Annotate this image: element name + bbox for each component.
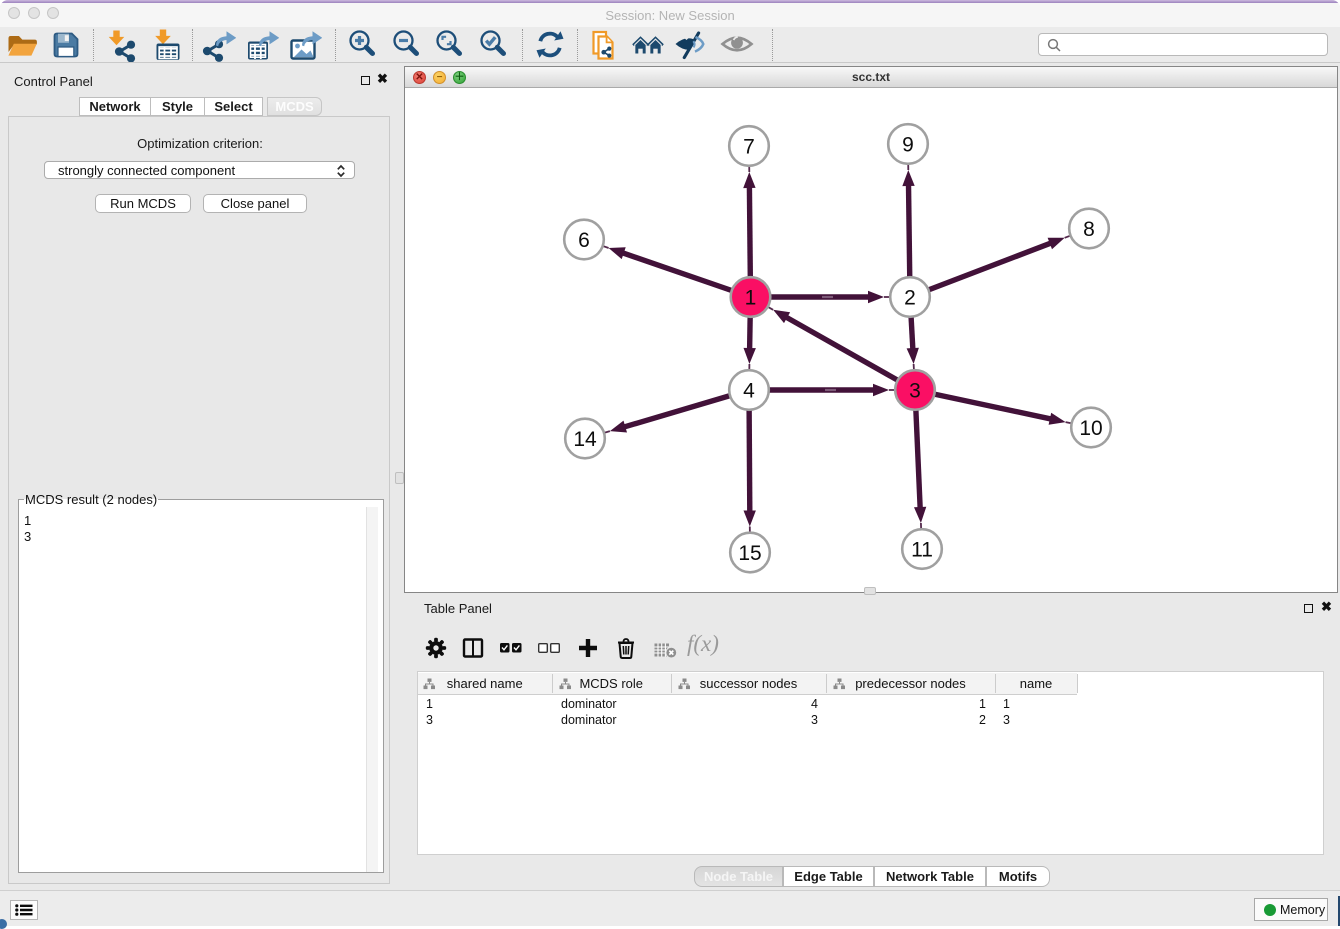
svg-text:2: 2 <box>904 286 916 309</box>
svg-text:11: 11 <box>911 538 933 561</box>
svg-text:9: 9 <box>902 133 914 156</box>
svg-text:3: 3 <box>909 379 921 402</box>
svg-text:1: 1 <box>745 286 757 309</box>
svg-text:15: 15 <box>738 542 761 565</box>
svg-text:4: 4 <box>743 379 755 402</box>
svg-text:10: 10 <box>1079 417 1102 440</box>
svg-text:6: 6 <box>578 229 590 252</box>
svg-text:14: 14 <box>573 428 597 451</box>
svg-text:7: 7 <box>743 135 755 158</box>
svg-text:8: 8 <box>1083 218 1095 241</box>
